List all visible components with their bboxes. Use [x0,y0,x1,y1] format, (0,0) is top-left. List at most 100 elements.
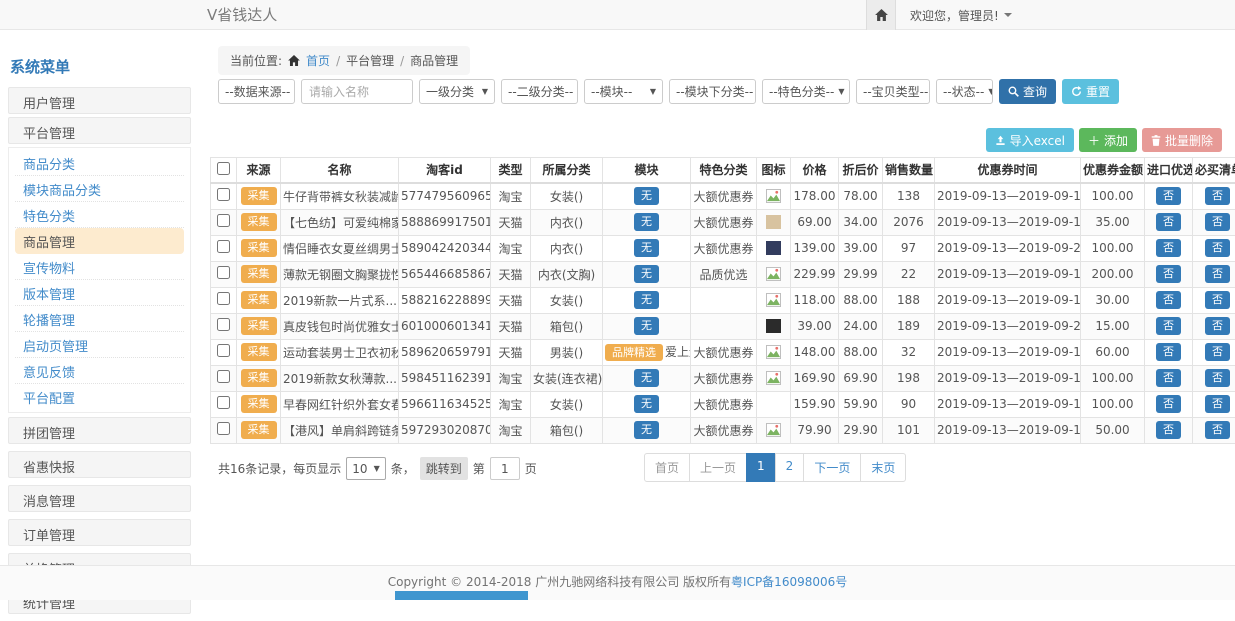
breadcrumb-home-link[interactable]: 首页 [306,52,330,69]
cell-type: 天猫 [491,209,531,235]
must-buy-toggle[interactable]: 否 [1205,317,1230,335]
module-sub-category-select[interactable]: --模块下分类--▼ [669,79,756,104]
search-button[interactable]: 查询 [999,79,1056,104]
cell-sales: 198 [883,365,935,391]
sidebar-group-platform-management[interactable]: 平台管理 [8,117,191,144]
cell-category: 男装() [531,339,603,365]
data-source-select[interactable]: --数据来源--▼ [218,79,295,104]
import-toggle[interactable]: 否 [1156,395,1181,413]
cell-price: 229.99 [791,261,839,287]
must-buy-toggle[interactable]: 否 [1205,213,1230,231]
level1-category-select[interactable]: 一级分类▼ [419,79,495,104]
sidebar-item-module-goods-category[interactable]: 模块商品分类 [15,176,184,202]
sidebar-item-version-management[interactable]: 版本管理 [15,280,184,306]
row-checkbox[interactable] [217,188,230,201]
page-size-select[interactable]: 10 ▼ [346,457,385,480]
import-toggle[interactable]: 否 [1156,421,1181,439]
row-checkbox[interactable] [217,266,230,279]
trash-icon [1151,135,1161,146]
sidebar-group-message-management[interactable]: 消息管理 [8,485,191,512]
import-toggle[interactable]: 否 [1156,317,1181,335]
cell-select [211,209,237,235]
cell-coupon-time: 2019-09-13—2019-09-19 [935,287,1081,313]
last-page-button[interactable]: 末页 [860,453,906,482]
home-button[interactable] [866,0,896,30]
cell-feature: 大额优惠券 [691,183,757,210]
sidebar-group-order-management[interactable]: 订单管理 [8,519,191,546]
must-buy-toggle[interactable]: 否 [1205,239,1230,257]
column-header: 名称 [281,158,399,183]
import-toggle[interactable]: 否 [1156,291,1181,309]
column-header: 特色分类 [691,158,757,183]
cell-select [211,235,237,261]
sidebar-group-group-buy-management[interactable]: 拼团管理 [8,417,191,444]
jump-button[interactable]: 跳转到 [420,457,468,480]
import-toggle[interactable]: 否 [1156,265,1181,283]
import-toggle[interactable]: 否 [1156,369,1181,387]
sidebar-item-goods-category[interactable]: 商品分类 [15,150,184,176]
sidebar-group-saving-express[interactable]: 省惠快报 [8,451,191,478]
row-checkbox[interactable] [217,344,230,357]
import-toggle[interactable]: 否 [1156,343,1181,361]
table-row: 采集真皮钱包时尚优雅女士...601000601341天猫箱包()无39.002… [211,313,1235,339]
row-checkbox[interactable] [217,240,230,253]
cell-source: 采集 [237,391,281,417]
level2-category-select[interactable]: --二级分类--▼ [501,79,578,104]
breadcrumb-label: 当前位置: [230,52,282,69]
sidebar-group-user-management[interactable]: 用户管理 [8,87,191,114]
import-excel-button[interactable]: 导入excel [986,128,1074,152]
icp-link[interactable]: 粤ICP备16098006号 [731,575,847,589]
source-badge: 采集 [241,239,277,257]
row-checkbox[interactable] [217,396,230,409]
row-checkbox[interactable] [217,292,230,305]
must-buy-toggle[interactable]: 否 [1205,369,1230,387]
cell-source: 采集 [237,261,281,287]
chevron-down-icon: ▼ [482,87,488,96]
must-buy-toggle[interactable]: 否 [1205,265,1230,283]
item-type-select[interactable]: --宝贝类型--▼ [856,79,930,104]
cell-name: 牛仔背带裤女秋装减龄... [281,183,399,210]
user-menu[interactable]: 欢迎您，管理员! [896,0,1026,30]
must-buy-toggle[interactable]: 否 [1205,187,1230,205]
page-button-2[interactable]: 2 [775,453,805,482]
chevron-down-icon: ▼ [838,87,844,96]
chevron-down-icon [1004,13,1012,17]
page-jump-input[interactable] [490,457,520,480]
name-input[interactable] [301,79,413,104]
row-checkbox[interactable] [217,318,230,331]
prev-page-button[interactable]: 上一页 [689,453,747,482]
cell-coupon-amount: 15.00 [1081,313,1145,339]
import-toggle[interactable]: 否 [1156,213,1181,231]
first-page-button[interactable]: 首页 [644,453,690,482]
add-button[interactable]: ＋ 添加 [1079,128,1137,152]
must-buy-toggle[interactable]: 否 [1205,395,1230,413]
cell-module: 无 [603,235,691,261]
sidebar-item-feedback[interactable]: 意见反馈 [15,358,184,384]
batch-delete-button[interactable]: 批量删除 [1142,128,1222,152]
module-select[interactable]: --模块--▼ [584,79,663,104]
import-toggle[interactable]: 否 [1156,239,1181,257]
sidebar-item-splash-management[interactable]: 启动页管理 [15,332,184,358]
must-buy-toggle[interactable]: 否 [1205,343,1230,361]
cell-icon [757,235,791,261]
import-toggle[interactable]: 否 [1156,187,1181,205]
must-buy-toggle[interactable]: 否 [1205,291,1230,309]
status-select[interactable]: --状态--▼ [936,79,993,104]
reset-button[interactable]: 重置 [1062,79,1119,104]
row-checkbox[interactable] [217,214,230,227]
page-button-1[interactable]: 1 [746,453,776,482]
sidebar-item-goods-management[interactable]: 商品管理 [15,228,184,254]
sidebar-item-carousel-management[interactable]: 轮播管理 [15,306,184,332]
feature-category-select[interactable]: --特色分类--▼ [762,79,850,104]
next-page-button[interactable]: 下一页 [803,453,861,482]
sidebar-item-promo-material[interactable]: 宣传物料 [15,254,184,280]
row-checkbox[interactable] [217,422,230,435]
sidebar-item-platform-config[interactable]: 平台配置 [15,384,184,410]
sidebar-item-feature-category[interactable]: 特色分类 [15,202,184,228]
row-checkbox[interactable] [217,370,230,383]
table-header-row: 来源名称淘客id类型所属分类模块特色分类图标价格折后价销售数量优惠券时间优惠券金… [211,158,1235,183]
cell-coupon-amount: 200.00 [1081,261,1145,287]
select-all-checkbox[interactable] [217,162,230,175]
must-buy-toggle[interactable]: 否 [1205,421,1230,439]
cell-module: 无 [603,417,691,443]
